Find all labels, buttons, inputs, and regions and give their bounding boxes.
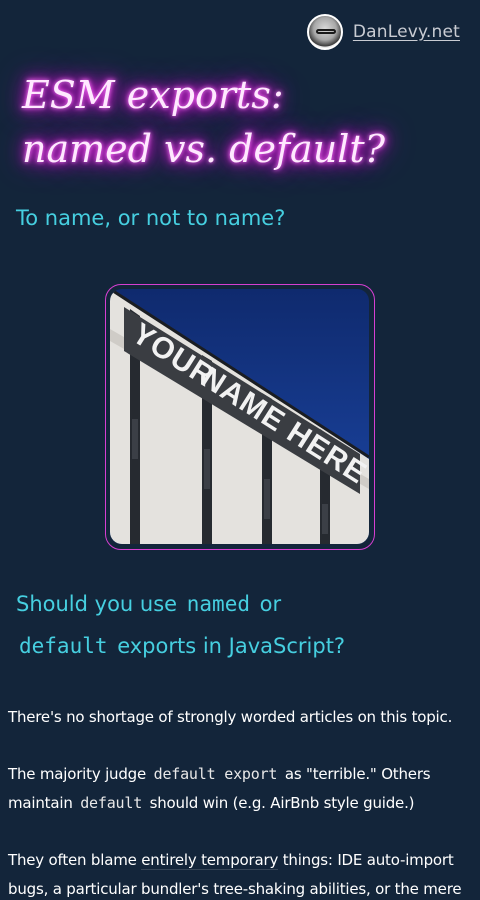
- author-avatar[interactable]: [306, 14, 343, 50]
- paragraph-2: The majority judge default export as "te…: [8, 760, 468, 818]
- question-pre: Should you use: [16, 592, 178, 616]
- p3-pre: They often blame: [8, 851, 137, 869]
- code-default-inline: default: [80, 794, 143, 812]
- paragraph-1-text: There's no shortage of strongly worded a…: [8, 708, 453, 726]
- title-line-2: named vs. default?: [22, 127, 385, 171]
- p3-emphasis: entirely temporary: [141, 851, 279, 870]
- page-subtitle: To name, or not to name?: [16, 206, 286, 230]
- question-post: exports in JavaScript?: [117, 634, 346, 658]
- p2-pre: The majority judge: [8, 765, 147, 783]
- hero-image-frame: YOUR NAME HERE: [105, 284, 375, 550]
- page: DanLevy.net ESM exports: named vs. defau…: [0, 0, 480, 900]
- paragraph-3: They often blame entirely temporary thin…: [8, 846, 468, 900]
- code-named: named: [186, 592, 250, 616]
- code-default-export: default export: [153, 765, 278, 783]
- question-mid: or: [259, 592, 282, 616]
- paragraph-1: There's no shortage of strongly worded a…: [8, 703, 468, 732]
- site-home-link[interactable]: DanLevy.net: [353, 22, 460, 42]
- page-title: ESM exports: named vs. default?: [22, 68, 462, 176]
- p2-post: should win (e.g. AirBnb style guide.): [149, 794, 415, 812]
- code-default: default: [19, 634, 108, 658]
- article-body: There's no shortage of strongly worded a…: [8, 703, 468, 900]
- title-line-1: ESM exports:: [22, 73, 284, 117]
- glasses-icon: [315, 29, 336, 34]
- question-heading: Should you use named or default exports …: [16, 583, 456, 667]
- hero-image: YOUR NAME HERE: [110, 289, 369, 544]
- site-header: DanLevy.net: [306, 14, 460, 50]
